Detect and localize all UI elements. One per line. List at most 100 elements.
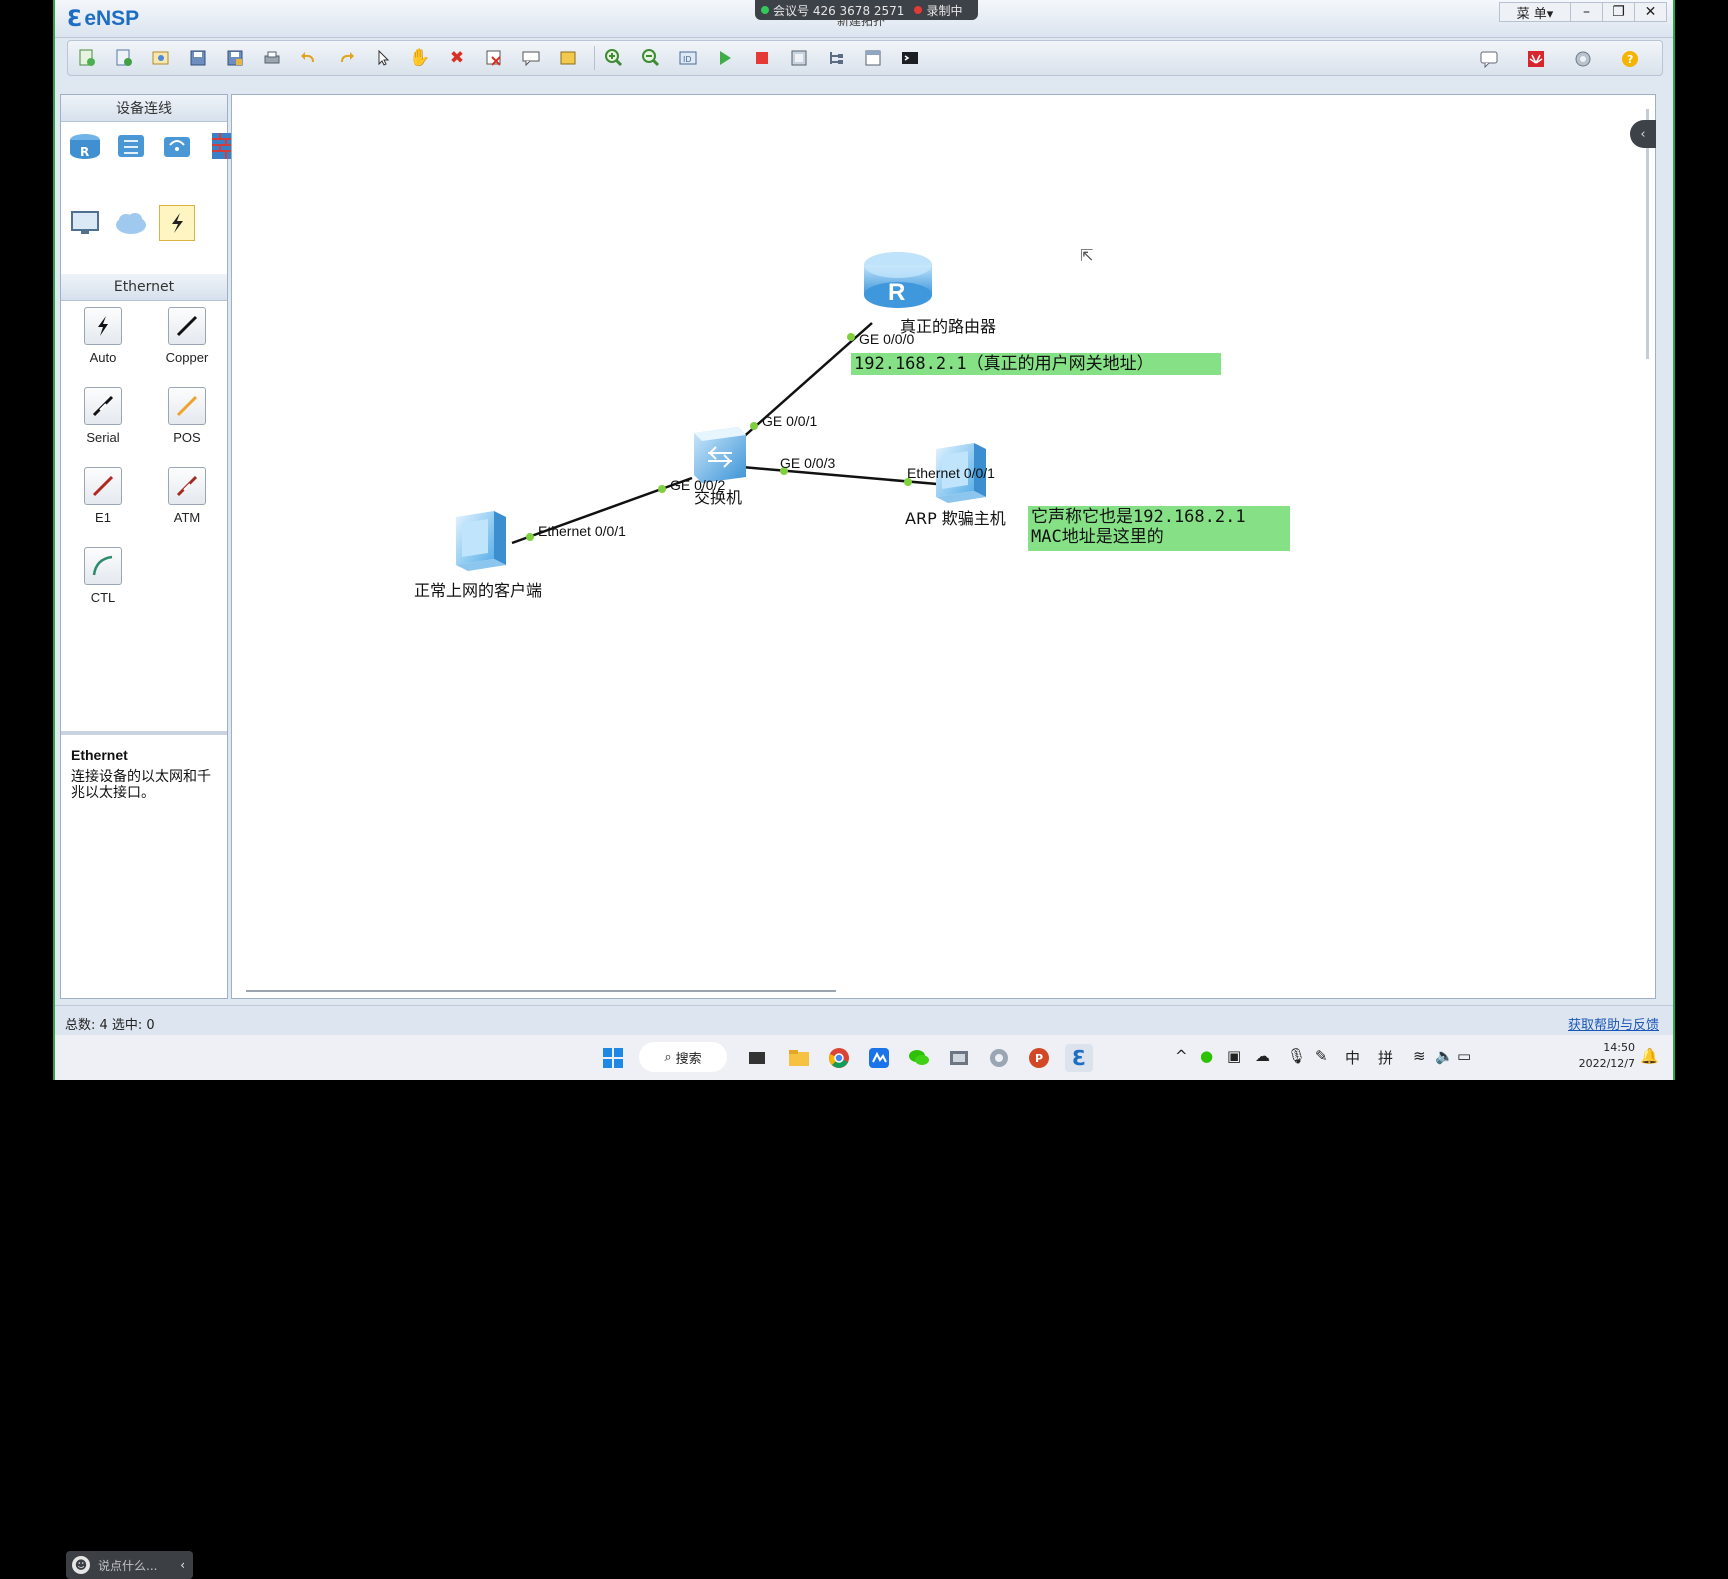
topology-canvas[interactable]: R 真正的路由器 GE 0/0/0 192.168.2.1（真正的用户网关地址）…	[231, 94, 1656, 999]
auto-cable-icon[interactable]	[84, 307, 122, 345]
cable-item-serial[interactable]: Serial	[61, 387, 145, 467]
delete-icon[interactable]: ✖	[442, 44, 472, 72]
ime-pinyin[interactable]: 拼	[1378, 1047, 1393, 1068]
new-example-icon[interactable]	[109, 44, 139, 72]
tray-pen-icon[interactable]: ✎	[1315, 1047, 1328, 1065]
ensp-taskbar-icon[interactable]: Ɛ	[1065, 1044, 1093, 1072]
powerpoint-icon[interactable]: P	[1025, 1044, 1053, 1072]
tray-mic-icon[interactable]: 🎙	[1287, 1047, 1306, 1065]
capture-icon[interactable]: ID	[673, 44, 703, 72]
ensp-window: Ɛ eNSP 会议号 426 3678 2571 录制中 新建拓扑 菜 单▾ –…	[55, 0, 1673, 1579]
clock-time: 14:50	[1603, 1041, 1635, 1054]
stop-device-icon[interactable]	[747, 44, 777, 72]
menu-button[interactable]: 菜 单▾	[1499, 2, 1571, 22]
tool-app-icon[interactable]	[985, 1044, 1013, 1072]
spoof-note-line2: MAC地址是这里的	[1031, 527, 1164, 547]
cable-item-atm[interactable]: ATM	[145, 467, 229, 547]
cable-label: Copper	[165, 350, 209, 365]
ime-mode[interactable]: 中	[1345, 1047, 1360, 1068]
battery-icon[interactable]: ▭	[1457, 1047, 1471, 1065]
start-device-icon[interactable]	[710, 44, 740, 72]
open-icon[interactable]	[146, 44, 176, 72]
share-border-right	[1673, 0, 1675, 1080]
atm-cable-icon[interactable]	[168, 467, 206, 505]
pan-icon[interactable]: ✋	[405, 44, 435, 72]
wechat-icon[interactable]	[905, 1044, 933, 1072]
cable-label: E1	[95, 510, 111, 525]
cable-grid: Auto Copper Serial POS E1 ATM CTL	[61, 301, 227, 627]
cable-item-e1[interactable]: E1	[61, 467, 145, 547]
chrome-icon[interactable]	[825, 1044, 853, 1072]
save-icon[interactable]	[183, 44, 213, 72]
device-panel: 设备连线 R Ethernet Auto Copper Serial POS E1 ATM…	[60, 94, 234, 1579]
help-icon[interactable]: ?	[1615, 45, 1645, 73]
cable-item-ctl[interactable]: CTL	[61, 547, 145, 627]
client-pc-node[interactable]	[442, 509, 520, 581]
cable-label: Serial	[86, 430, 120, 445]
palette-icon[interactable]	[553, 44, 583, 72]
wireless-category-icon[interactable]	[159, 128, 195, 164]
cable-item-pos[interactable]: POS	[145, 387, 229, 467]
zoom-in-icon[interactable]	[599, 44, 629, 72]
close-button[interactable]: ✕	[1635, 2, 1667, 22]
cable-category-icon[interactable]	[159, 205, 195, 241]
chat-icon[interactable]	[1474, 45, 1504, 73]
router-category-icon[interactable]: R	[67, 128, 103, 164]
file-explorer-icon[interactable]	[785, 1044, 813, 1072]
tray-cloud-icon[interactable]: ☁	[1255, 1047, 1270, 1065]
minimize-button[interactable]: –	[1571, 2, 1603, 22]
console-icon[interactable]	[784, 44, 814, 72]
clock-date: 2022/12/7	[1578, 1057, 1635, 1070]
undo-icon[interactable]	[294, 44, 324, 72]
horizontal-scrollbar[interactable]	[246, 990, 836, 992]
redo-icon[interactable]	[331, 44, 361, 72]
search-label: 搜索	[675, 1051, 702, 1067]
collapse-panel-button[interactable]: ‹	[1630, 120, 1656, 148]
help-feedback-link[interactable]: 获取帮助与反馈	[1568, 1014, 1659, 1033]
pc-category-icon[interactable]	[67, 205, 103, 241]
e1-cable-icon[interactable]	[84, 467, 122, 505]
taskbar: ⌕ 搜索 P Ɛ ^ ● ▣ ☁ 🎙 ✎ 中 拼 ≋ 🔈 ▭ 14:50 2022…	[55, 1035, 1673, 1080]
spoof-note[interactable]: 它声称它也是192.168.2.1 MAC地址是这里的	[1028, 506, 1290, 551]
text-note-icon[interactable]	[516, 44, 546, 72]
delete-all-icon[interactable]	[479, 44, 509, 72]
screen: Ɛ eNSP 会议号 426 3678 2571 录制中 新建拓扑 菜 单▾ –…	[0, 0, 1728, 1579]
gateway-note[interactable]: 192.168.2.1（真正的用户网关地址）	[851, 353, 1221, 375]
taskbar-search[interactable]: ⌕ 搜索	[639, 1042, 727, 1072]
chat-input[interactable]: ☻ 说点什么... ‹	[66, 1551, 193, 1579]
switch-category-icon[interactable]	[113, 128, 149, 164]
router-node[interactable]: R	[862, 248, 934, 314]
tray-wechat-icon[interactable]: ●	[1200, 1047, 1213, 1065]
zoom-out-icon[interactable]	[636, 44, 666, 72]
svg-text:P: P	[1035, 1052, 1043, 1065]
notification-icon[interactable]: 🔔	[1640, 1047, 1659, 1065]
clock[interactable]: 14:50 2022/12/7	[1579, 1040, 1635, 1072]
cable-item-copper[interactable]: Copper	[145, 307, 229, 387]
wifi-icon[interactable]: ≋	[1413, 1047, 1426, 1065]
new-topology-icon[interactable]	[72, 44, 102, 72]
restore-button[interactable]: ❐	[1603, 2, 1635, 22]
chevron-left-icon[interactable]: ‹	[180, 1558, 185, 1572]
pos-cable-icon[interactable]	[168, 387, 206, 425]
meeting-app-icon[interactable]	[865, 1044, 893, 1072]
vm-app-icon[interactable]	[945, 1044, 973, 1072]
terminal-icon[interactable]	[895, 44, 925, 72]
cloud-category-icon[interactable]	[113, 205, 149, 241]
ctl-cable-icon[interactable]	[84, 547, 122, 585]
fullscreen-icon[interactable]	[858, 44, 888, 72]
serial-cable-icon[interactable]	[84, 387, 122, 425]
cable-item-auto[interactable]: Auto	[61, 307, 145, 387]
settings-icon[interactable]	[1568, 45, 1598, 73]
task-view-icon[interactable]	[743, 1044, 771, 1072]
volume-icon[interactable]: 🔈	[1435, 1047, 1454, 1065]
tray-expand-icon[interactable]: ^	[1175, 1047, 1188, 1065]
select-icon[interactable]	[368, 44, 398, 72]
tray-display-icon[interactable]: ▣	[1227, 1047, 1241, 1065]
windows-start-icon[interactable]	[599, 1044, 627, 1072]
huawei-logo-icon[interactable]	[1521, 45, 1551, 73]
window-title: 新建拓扑	[837, 14, 886, 28]
copper-cable-icon[interactable]	[168, 307, 206, 345]
save-as-icon[interactable]	[220, 44, 250, 72]
print-icon[interactable]	[257, 44, 287, 72]
topology-icon[interactable]	[821, 44, 851, 72]
